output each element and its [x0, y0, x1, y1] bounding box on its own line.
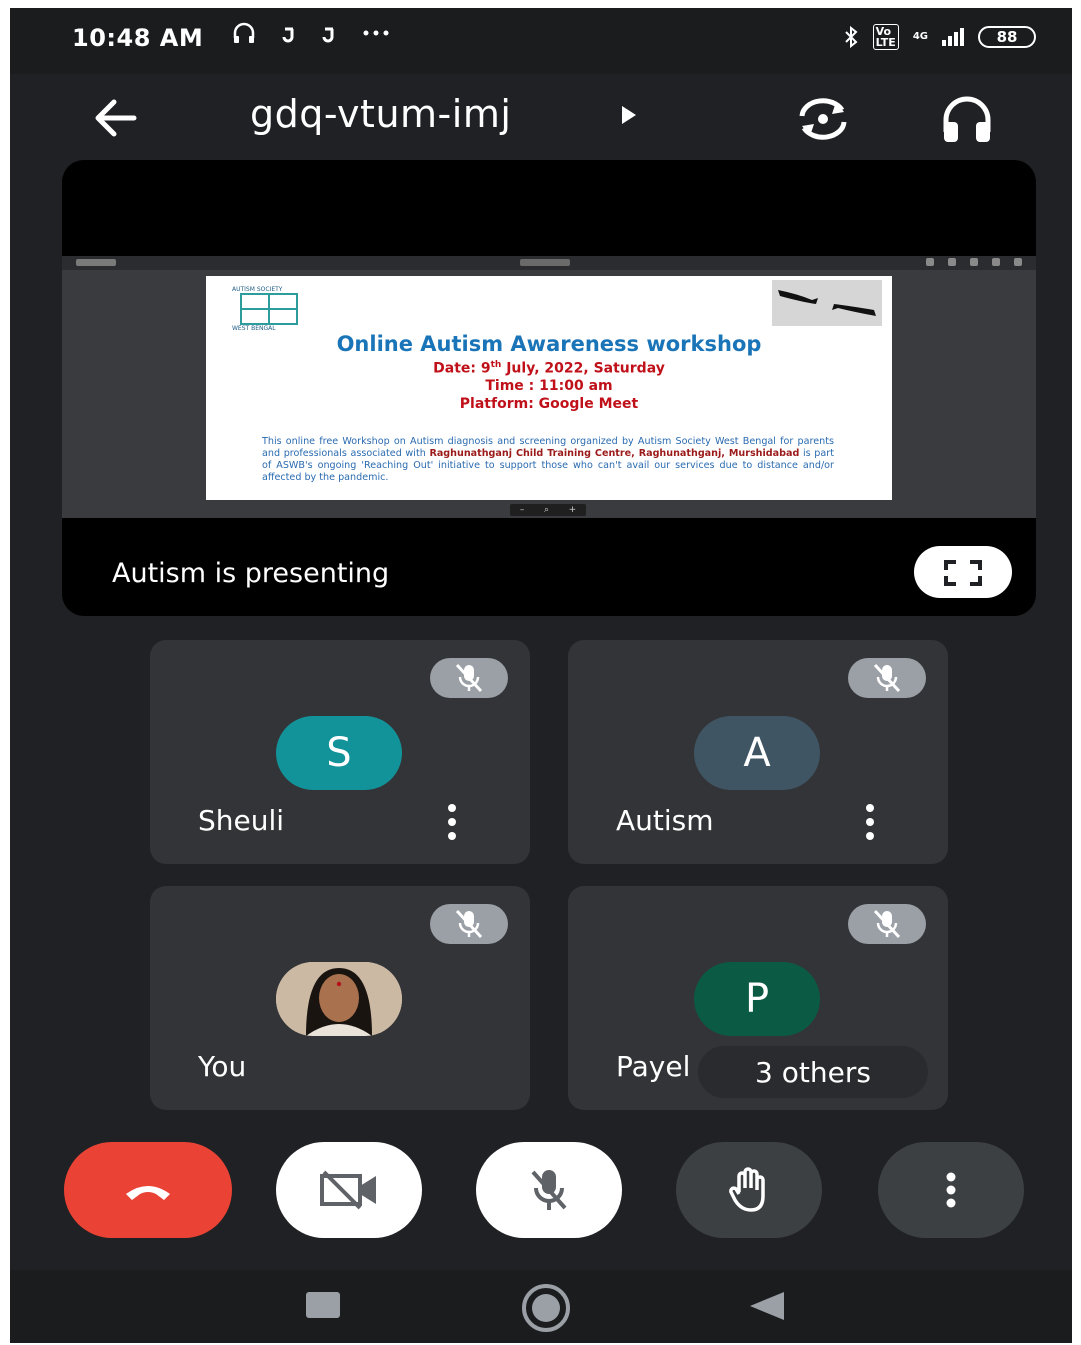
- back-arrow-icon[interactable]: [88, 90, 144, 146]
- reaching-hands-image: [772, 280, 882, 326]
- raise-hand-icon: [729, 1167, 765, 1212]
- participant-name: Payel: [616, 1050, 691, 1083]
- participant-name: Autism: [616, 804, 714, 837]
- mic-off-badge: [848, 658, 926, 698]
- video-off-icon: [320, 1170, 376, 1210]
- status-notification-icons: [232, 22, 390, 44]
- autism-society-logo: AUTISM SOCIETY WEST BENGAL: [232, 286, 312, 332]
- bluetooth-icon: [844, 25, 858, 49]
- mic-toggle-button[interactable]: [476, 1142, 622, 1238]
- more-options-icon[interactable]: [862, 804, 878, 840]
- notification-icon: [282, 27, 294, 43]
- meet-screen: 10:48 AM Vo LTE 4G 88 gdq-vtum-imj AUTIS…: [10, 8, 1072, 1343]
- zoom-controls[interactable]: – ⌕ +: [510, 504, 586, 516]
- android-navigation-bar: [10, 1270, 1072, 1343]
- network-type: 4G: [912, 31, 928, 42]
- fullscreen-icon: [944, 560, 982, 586]
- more-options-button[interactable]: [878, 1142, 1024, 1238]
- participant-tile-payel[interactable]: P Payel 3 others: [568, 886, 948, 1110]
- shared-screen: AUTISM SOCIETY WEST BENGAL Online Autism…: [62, 256, 1036, 518]
- more-notifications-icon: [363, 30, 389, 36]
- avatar: S: [276, 716, 402, 790]
- participant-tile-sheuli[interactable]: S Sheuli: [150, 640, 530, 864]
- mic-off-badge: [848, 904, 926, 944]
- presenter-label: Autism is presenting: [112, 558, 390, 589]
- status-bar: 10:48 AM Vo LTE 4G 88: [10, 8, 1072, 74]
- nav-back-icon[interactable]: [750, 1292, 784, 1320]
- puzzle-logo-icon: [240, 293, 298, 325]
- slide-date: Date: 9th July, 2022, Saturday: [433, 360, 665, 377]
- end-call-icon: [126, 1186, 170, 1200]
- user-photo-avatar: [276, 962, 402, 1036]
- slide-title: Online Autism Awareness workshop: [336, 332, 762, 356]
- others-count-pill[interactable]: 3 others: [698, 1046, 928, 1098]
- avatar: A: [694, 716, 820, 790]
- meeting-code[interactable]: gdq-vtum-imj: [250, 92, 511, 136]
- mic-off-badge: [430, 904, 508, 944]
- camera-toggle-button[interactable]: [276, 1142, 422, 1238]
- participant-name: You: [198, 1050, 247, 1083]
- user-photo: [276, 962, 402, 1036]
- participant-tile-autism[interactable]: A Autism: [568, 640, 948, 864]
- notification-icon: [322, 27, 334, 43]
- meeting-info-arrow-icon[interactable]: [622, 106, 636, 124]
- home-icon[interactable]: [522, 1284, 570, 1332]
- mic-off-icon: [531, 1170, 567, 1210]
- more-options-icon[interactable]: [444, 804, 460, 840]
- slide-platform: Platform: Google Meet: [459, 396, 639, 412]
- fullscreen-button[interactable]: [914, 546, 1012, 598]
- end-call-button[interactable]: [64, 1142, 232, 1238]
- recents-icon[interactable]: [306, 1292, 340, 1318]
- headphones-icon: [233, 22, 255, 43]
- mic-off-badge: [430, 658, 508, 698]
- mic-off-icon: [455, 663, 483, 693]
- mic-off-icon: [873, 663, 901, 693]
- battery-icon: 88: [978, 26, 1036, 48]
- raise-hand-button[interactable]: [676, 1142, 822, 1238]
- workshop-slide: AUTISM SOCIETY WEST BENGAL Online Autism…: [206, 276, 892, 500]
- presentation-card[interactable]: AUTISM SOCIETY WEST BENGAL Online Autism…: [62, 160, 1036, 616]
- signal-icon: [942, 28, 964, 46]
- audio-output-icon[interactable]: [938, 92, 996, 146]
- meeting-header: gdq-vtum-imj: [10, 74, 1072, 160]
- volte-icon: Vo LTE: [872, 24, 899, 50]
- more-vert-icon: [946, 1172, 956, 1208]
- mic-off-icon: [455, 909, 483, 939]
- slide-time: Time : 11:00 am: [485, 378, 613, 394]
- participant-name: Sheuli: [198, 804, 285, 837]
- participant-tile-you[interactable]: You: [150, 886, 530, 1110]
- pdf-viewer-toolbar: [62, 256, 1036, 270]
- avatar: P: [694, 962, 820, 1036]
- status-system-icons: Vo LTE 4G 88: [843, 24, 1036, 50]
- slide-body: This online free Workshop on Autism diag…: [262, 436, 834, 483]
- mic-off-icon: [873, 909, 901, 939]
- switch-camera-icon[interactable]: [792, 94, 854, 144]
- status-time: 10:48 AM: [72, 24, 204, 52]
